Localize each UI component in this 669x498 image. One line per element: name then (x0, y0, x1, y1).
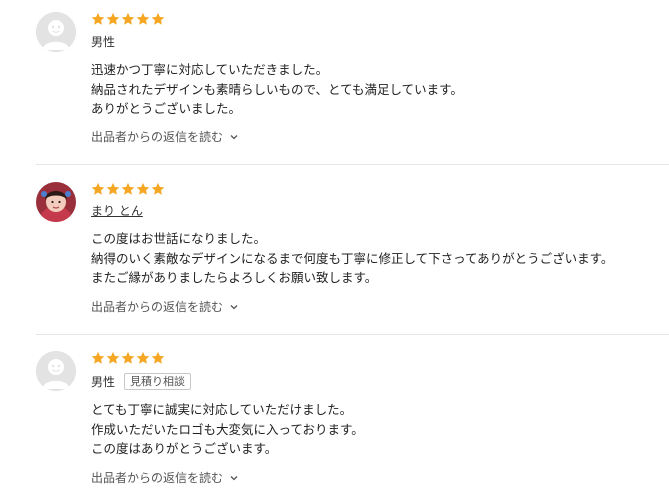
read-reply-link[interactable]: 出品者からの返信を読む (91, 130, 239, 144)
star-icon (151, 351, 165, 365)
star-rating (91, 351, 165, 365)
review-line: 納得のいく素敵なデザインになるまで何度も丁寧に修正して下さってありがとうございま… (91, 250, 614, 266)
review-text: 迅速かつ丁寧に対応していただきました。 納品されたデザインも素晴らしいもので、と… (91, 60, 649, 119)
star-icon (151, 12, 165, 26)
review-text: とても丁寧に誠実に対応していただけました。 作成いただいたロゴも大変気に入ってお… (91, 400, 649, 459)
chevron-down-icon (229, 132, 239, 142)
review-line: この度はありがとうございます。 (91, 441, 278, 456)
review-line: この度はお世話になりました。 (91, 231, 267, 246)
star-icon (121, 351, 135, 365)
review-line: ありがとうございました。 (91, 101, 242, 116)
divider (36, 334, 669, 335)
review-line: とても丁寧に誠実に対応していただけました。 (91, 402, 353, 417)
star-icon (91, 182, 105, 196)
avatar[interactable] (36, 351, 76, 391)
star-icon (136, 351, 150, 365)
star-icon (91, 12, 105, 26)
chevron-down-icon (229, 473, 239, 483)
chevron-down-icon (229, 302, 239, 312)
star-icon (91, 351, 105, 365)
star-icon (121, 12, 135, 26)
read-reply-link[interactable]: 出品者からの返信を読む (91, 471, 239, 485)
avatar[interactable] (36, 182, 76, 222)
read-reply-label: 出品者からの返信を読む (91, 130, 224, 144)
star-icon (106, 351, 120, 365)
reviewer-name: 男性 (91, 35, 116, 49)
read-reply-label: 出品者からの返信を読む (91, 300, 224, 314)
review-line: 納品されたデザインも素晴らしいもので、とても満足しています。 (91, 81, 463, 97)
review-line: またご縁がありましたらよろしくお願い致します。 (91, 270, 378, 285)
divider (36, 164, 669, 165)
review-line: 作成いただいたロゴも大変気に入っております。 (91, 421, 364, 437)
default-user-icon (36, 351, 76, 391)
user-photo-icon (36, 182, 76, 222)
read-reply-label: 出品者からの返信を読む (91, 471, 224, 485)
star-icon (136, 12, 150, 26)
star-icon (121, 182, 135, 196)
estimate-badge: 見積り相談 (124, 373, 191, 390)
default-user-icon (36, 12, 76, 52)
star-rating (91, 12, 165, 26)
review-line: 迅速かつ丁寧に対応していただきました。 (91, 62, 329, 77)
review-text: この度はお世話になりました。 納得のいく素敵なデザインになるまで何度も丁寧に修正… (91, 229, 649, 288)
reviewer-name-link[interactable]: まり とん (91, 204, 143, 218)
reviewer-name: 男性 (91, 375, 116, 389)
star-icon (106, 182, 120, 196)
avatar[interactable] (36, 12, 76, 52)
read-reply-link[interactable]: 出品者からの返信を読む (91, 300, 239, 314)
star-icon (136, 182, 150, 196)
star-icon (151, 182, 165, 196)
star-rating (91, 182, 165, 196)
star-icon (106, 12, 120, 26)
